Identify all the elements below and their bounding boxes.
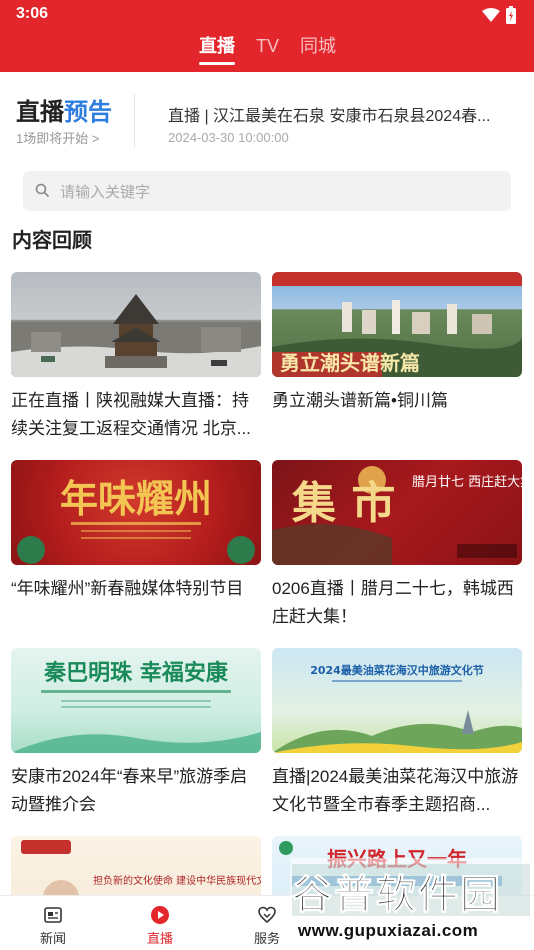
preview-title-main: 直播 [16, 99, 64, 126]
watermark: 谷普软件园 www.gupuxiazai.com [290, 858, 534, 950]
preview-title: 直播预告 [16, 92, 112, 127]
card-title: 直播|2024最美油菜花海汉中旅游文化节暨全市春季主题招商... [272, 767, 519, 814]
app-header: 3:06 直播 TV 同城 [0, 0, 534, 72]
thumbnail-overlay-text: 秦巴明珠 幸福安康 [43, 660, 229, 686]
watermark-text: 谷普软件园 [292, 873, 502, 918]
nav-news-label: 新闻 [39, 931, 66, 946]
thumbnail-overlay-text: 2024最美油菜花海汉中旅游文化节 [310, 663, 484, 677]
preview-item-time: 2024-03-30 10:00:00 [168, 130, 289, 145]
search-icon [35, 183, 49, 197]
rapeseed-illustration: 2024最美油菜花海汉中旅游文化节 [272, 663, 522, 753]
nav-news[interactable]: 新闻 [23, 904, 83, 947]
content-card[interactable]: 集 市 腊月廿七 西庄赶大集 0206直播丨腊月二十七，韩城西庄赶大集！ [272, 460, 522, 631]
tab-live[interactable]: 直播 [199, 33, 235, 59]
preview-divider [134, 94, 135, 148]
card-title: 勇立潮头谱新篇•铜川篇 [272, 391, 448, 410]
watermark-url: www.gupuxiazai.com [298, 921, 479, 940]
search-input[interactable]: 请输入关键字 [23, 171, 511, 211]
preview-title-accent: 预告 [64, 99, 112, 126]
thumbnail-overlay-text: 勇立潮头谱新篇 [280, 351, 420, 375]
card-title: 0206直播丨腊月二十七，韩城西庄赶大集！ [272, 579, 514, 626]
content-card[interactable]: 勇立潮头谱新篇 勇立潮头谱新篇•铜川篇 [272, 272, 522, 415]
tab-tv[interactable]: TV [256, 33, 279, 59]
preview-count-link[interactable]: 1场即将开始 > [16, 128, 99, 147]
section-title: 内容回顾 [12, 230, 92, 252]
tab-local[interactable]: 同城 [300, 33, 336, 59]
thumbnail-overlay-text: 年味耀州 [60, 476, 212, 521]
nav-live[interactable]: 直播 [130, 904, 190, 947]
preview-item-title[interactable]: 直播 | 汉江最美在石泉 安康市石泉县2024春... [168, 102, 518, 126]
nav-service[interactable]: 服务 [237, 904, 297, 947]
content-card[interactable]: 年味耀州 “年味耀州”新春融媒体特别节目 [11, 460, 261, 603]
content-card[interactable]: 秦巴明珠 幸福安康 安康市2024年“春来早”旅游季启动暨推介会 [11, 648, 261, 819]
live-play-icon [151, 906, 169, 924]
card-title: 安康市2024年“春来早”旅游季启动暨推介会 [11, 767, 248, 814]
live-preview[interactable]: 直播预告 1场即将开始 > 直播 | 汉江最美在石泉 安康市石泉县2024春..… [0, 72, 534, 164]
status-time: 3:06 [16, 5, 49, 22]
search-placeholder: 请输入关键字 [60, 184, 151, 201]
thumbnail-overlay-text: 担负新的文化使命 建设中华民族现代文明 [93, 874, 261, 887]
card-title: “年味耀州”新春融媒体特别节目 [11, 579, 244, 598]
nav-live-label: 直播 [146, 931, 173, 946]
thumbnail-overlay-text-2: 集 市 [291, 478, 395, 529]
service-heart-icon [258, 906, 276, 924]
thumbnail-overlay-text: 腊月廿七 西庄赶大集 [412, 474, 522, 490]
nav-service-label: 服务 [253, 931, 280, 946]
card-thumbnail: 2024最美油菜花海汉中旅游文化节 [272, 648, 522, 753]
bell-tower-illustration [11, 294, 261, 377]
card-thumbnail: 集 市 腊月廿七 西庄赶大集 [272, 460, 522, 565]
status-icons [482, 6, 516, 24]
content-card[interactable]: 2024最美油菜花海汉中旅游文化节 直播|2024最美油菜花海汉中旅游文化节暨全… [272, 648, 522, 819]
top-tabs: 直播 TV 同城 [0, 33, 534, 65]
new-year-illustration: 年味耀州 [17, 476, 255, 564]
card-title: 正在直播丨陕视融媒大直播：持续关注复工返程交通情况 北京... [11, 391, 251, 438]
tourism-illustration: 秦巴明珠 幸福安康 [11, 660, 261, 753]
card-thumbnail: 秦巴明珠 幸福安康 [11, 648, 261, 753]
content-card[interactable]: 正在直播丨陕视融媒大直播：持续关注复工返程交通情况 北京... [11, 272, 261, 443]
card-thumbnail [11, 272, 261, 377]
battery-icon [506, 6, 516, 24]
market-fair-illustration: 集 市 腊月廿七 西庄赶大集 [272, 466, 522, 565]
active-tab-indicator [199, 62, 235, 65]
card-thumbnail: 年味耀州 [11, 460, 261, 565]
wifi-icon [482, 8, 500, 22]
news-icon [44, 907, 62, 923]
card-thumbnail: 勇立潮头谱新篇 [272, 272, 522, 377]
status-bar: 3:06 [0, 0, 534, 30]
city-aerial-illustration: 勇立潮头谱新篇 [272, 272, 522, 377]
